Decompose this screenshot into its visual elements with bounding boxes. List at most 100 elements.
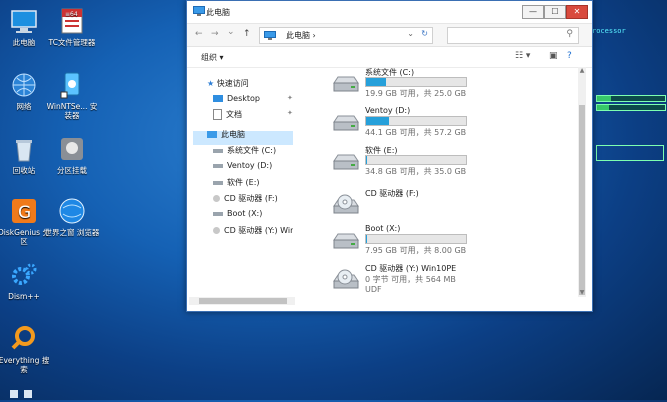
nav-item-drive-e[interactable]: 软件 (E:)	[213, 177, 260, 188]
nav-item-drive-c[interactable]: 系统文件 (C:)	[213, 145, 276, 156]
diskgenius-icon: G	[9, 196, 39, 226]
command-bar: 组织 ▾ ☷ ▾ ▣ ?	[187, 47, 592, 68]
partition-mount-icon	[57, 134, 87, 164]
pin-icon[interactable]: ✦	[287, 109, 293, 117]
this-pc-icon	[264, 31, 276, 40]
desktop-icon-label: 世界之窗 浏览器	[44, 228, 100, 237]
desktop-icon-partition-mount[interactable]: 分区挂载	[44, 134, 100, 175]
close-button[interactable]: ✕	[566, 5, 588, 19]
recycle-bin-icon	[9, 134, 39, 164]
background-bar	[596, 104, 666, 111]
navigation-pane: ★ 快速访问 Desktop ✦ 文档 ✦ 此电脑 系统文件 (C:) Vent…	[187, 67, 295, 297]
desktop-icon-winntsetup[interactable]: WinNTSe... 安装器	[44, 70, 100, 120]
recent-locations-button[interactable]: ⌄	[227, 27, 235, 37]
desktop-icon-world-browser[interactable]: 世界之窗 浏览器	[44, 196, 100, 237]
world-browser-icon	[57, 196, 87, 226]
drive-name: CD 驱动器 (Y:) Win10PE	[365, 264, 457, 273]
cd-drive-icon	[213, 195, 220, 202]
navpane-horizontal-scrollbar[interactable]	[189, 297, 295, 305]
this-pc-icon	[207, 131, 217, 138]
drive-item-e[interactable]: 软件 (E:) 34.8 GB 可用，共 35.0 GB	[313, 145, 573, 179]
desktop-icon-tc[interactable]: ≡64 TC文件管理器	[44, 6, 100, 47]
documents-icon	[213, 109, 222, 120]
drive-item-x[interactable]: Boot (X:) 7.95 GB 可用，共 8.00 GB	[313, 224, 573, 258]
drive-filesystem: UDF	[365, 285, 382, 294]
nav-item-desktop[interactable]: Desktop ✦	[213, 94, 293, 103]
address-bar[interactable]: 此电脑 › ⌄ ↻	[259, 27, 433, 44]
breadcrumb[interactable]: 此电脑 ›	[286, 30, 316, 41]
forward-button[interactable]: →	[211, 29, 219, 39]
minimize-button[interactable]: —	[522, 5, 544, 19]
pin-icon[interactable]: ✦	[287, 94, 293, 102]
drive-name: CD 驱动器 (F:)	[365, 189, 419, 198]
preview-pane-button[interactable]: ▣	[549, 51, 558, 61]
nav-item-this-pc[interactable]: 此电脑	[207, 129, 245, 140]
drive-icon	[213, 163, 223, 168]
drive-item-y[interactable]: CD 驱动器 (Y:) Win10PE 0 字节 可用，共 564 MB UDF	[313, 263, 573, 301]
help-icon[interactable]: ?	[567, 51, 572, 61]
nav-item-drive-d[interactable]: Ventoy (D:)	[213, 161, 272, 170]
back-button[interactable]: ←	[195, 29, 203, 39]
up-button[interactable]: ↑	[243, 29, 251, 39]
desktop-icon-label: WinNTSe... 安装器	[46, 102, 98, 120]
explorer-window: 此电脑 — ☐ ✕ ← → ⌄ ↑ 此电脑 › ⌄ ↻ ⚲ 组织 ▾ ☷ ▾ ▣…	[186, 0, 593, 312]
drive-space-info: 7.95 GB 可用，共 8.00 GB	[365, 246, 467, 255]
drive-space-info: 34.8 GB 可用，共 35.0 GB	[365, 167, 467, 176]
drive-item-f[interactable]: CD 驱动器 (F:)	[313, 188, 573, 222]
drive-name: Ventoy (D:)	[365, 106, 411, 115]
address-dropdown-icon[interactable]: ⌄	[407, 29, 414, 38]
desktop-icon-dism[interactable]: Dism++	[0, 260, 52, 301]
nav-item-drive-f[interactable]: CD 驱动器 (F:)	[213, 193, 278, 204]
maximize-button[interactable]: ☐	[544, 5, 566, 19]
scrollbar-thumb[interactable]	[579, 105, 585, 295]
drive-usage-bar	[365, 234, 467, 244]
everything-icon	[9, 324, 39, 354]
address-row: ← → ⌄ ↑ 此电脑 › ⌄ ↻ ⚲	[187, 24, 592, 47]
title-bar[interactable]: 此电脑 — ☐ ✕	[187, 1, 592, 24]
nav-item-drive-y[interactable]: CD 驱动器 (Y:) Win	[213, 225, 293, 236]
hard-drive-icon	[333, 154, 359, 170]
nav-item-documents[interactable]: 文档 ✦	[213, 109, 293, 120]
cd-drive-icon	[333, 194, 359, 214]
search-input[interactable]: ⚲	[447, 27, 579, 44]
nav-item-quick-access[interactable]: ★ 快速访问	[207, 78, 249, 89]
desktop-icon-label: Everything 搜索	[0, 356, 50, 374]
change-view-button[interactable]: ☷ ▾	[515, 51, 530, 61]
cd-drive-icon	[213, 227, 220, 234]
drive-usage-bar	[365, 155, 467, 165]
desktop-icon-partial[interactable]	[8, 388, 36, 400]
content-vertical-scrollbar[interactable]: ▲ ▼	[578, 67, 586, 297]
total-commander-icon: ≡64	[57, 6, 87, 36]
svg-text:≡64: ≡64	[65, 11, 78, 18]
window-title: 此电脑	[206, 8, 230, 17]
star-icon: ★	[207, 79, 215, 88]
nav-item-drive-x[interactable]: Boot (X:)	[213, 209, 262, 218]
search-icon[interactable]: ⚲	[566, 29, 573, 39]
desktop-icon-label: Dism++	[8, 292, 40, 301]
svg-text:G: G	[18, 203, 31, 223]
this-pc-icon	[193, 6, 205, 16]
drive-icon	[213, 148, 223, 153]
refresh-icon[interactable]: ↻	[421, 29, 428, 38]
background-text: rocessor	[592, 27, 626, 35]
hard-drive-icon	[333, 115, 359, 131]
drive-icon	[213, 180, 223, 185]
drive-space-info: 19.9 GB 可用，共 25.0 GB	[365, 89, 467, 98]
hard-drive-icon	[333, 76, 359, 92]
drive-item-d[interactable]: Ventoy (D:) 44.1 GB 可用，共 57.2 GB	[313, 106, 573, 140]
drive-usage-bar	[365, 77, 467, 87]
drive-space-info: 44.1 GB 可用，共 57.2 GB	[365, 128, 467, 137]
dism-icon	[9, 260, 39, 290]
desktop-icon-everything[interactable]: Everything 搜索	[0, 324, 52, 374]
drive-space-info: 0 字节 可用，共 564 MB	[365, 275, 456, 284]
background-bar	[596, 95, 666, 102]
drive-item-c[interactable]: 系统文件 (C:) 19.9 GB 可用，共 25.0 GB	[313, 67, 573, 101]
drive-icon	[213, 211, 223, 216]
organize-menu[interactable]: 组织 ▾	[201, 52, 224, 63]
cd-drive-icon	[333, 269, 359, 289]
winntsetup-icon	[57, 70, 87, 100]
drive-usage-bar	[365, 116, 467, 126]
network-icon	[9, 70, 39, 100]
drive-name: Boot (X:)	[365, 224, 401, 233]
desktop-icon-label: TC文件管理器	[48, 38, 96, 47]
